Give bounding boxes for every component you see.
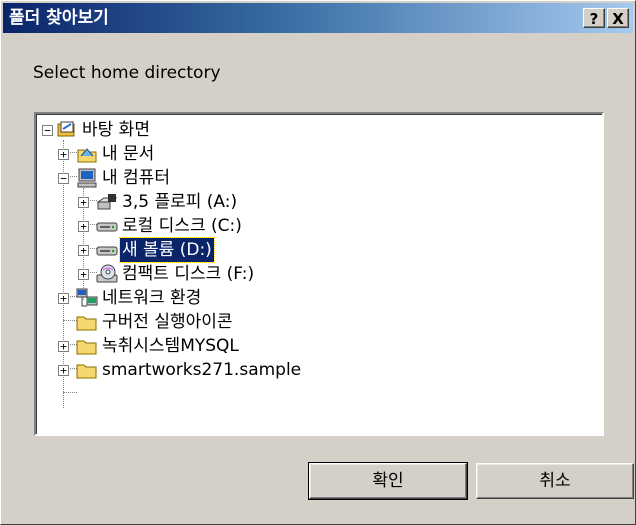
collapse-toggle[interactable]: − [58, 173, 69, 184]
my-computer-icon [77, 168, 97, 188]
folder-icon [76, 316, 97, 331]
tree-item-smartworks-folder[interactable]: + smartworks271.sample [36, 358, 596, 382]
tree-item-label: 로컬 디스크 (C:) [122, 216, 242, 236]
collapse-toggle[interactable]: − [42, 125, 53, 136]
tree-item-compact-disc-f[interactable]: + 컴팩트 디스크 (F:) [36, 262, 596, 286]
tree-item-label: 컴팩트 디스크 (F:) [122, 264, 255, 284]
tree-item-my-documents[interactable]: + 내 문서 [36, 142, 596, 166]
tree-item-label: 내 문서 [102, 144, 155, 164]
hard-drive-icon [96, 246, 118, 256]
folder-icon [76, 340, 97, 355]
network-icon [76, 288, 98, 307]
folder-icon [76, 364, 97, 379]
expand-toggle[interactable]: + [78, 221, 89, 232]
instruction-text: Select home directory [33, 63, 221, 83]
window-title: 폴더 찾아보기 [9, 8, 109, 28]
title-bar[interactable]: 폴더 찾아보기 ? X [3, 3, 633, 33]
ok-button[interactable]: 확인 [308, 462, 468, 500]
close-button[interactable]: X [607, 8, 629, 28]
tree-item-label: 구버전 실행아이콘 [102, 312, 233, 332]
tree-item-floppy-drive[interactable]: + 3,5 플로피 (A:) [36, 190, 596, 214]
tree-item-network[interactable]: + 네트워크 환경 [36, 286, 596, 310]
floppy-drive-icon [96, 194, 118, 210]
tree-item-new-volume-d[interactable]: + 새 볼륨 (D:) [36, 237, 596, 263]
expand-toggle[interactable]: + [58, 365, 69, 376]
tree-connector [63, 392, 77, 393]
tree-item-local-disk-c[interactable]: + 로컬 디스크 (C:) [36, 214, 596, 238]
cd-drive-icon [96, 264, 118, 283]
help-button[interactable]: ? [583, 8, 605, 28]
tree-item-old-icons-folder[interactable]: 구버전 실행아이콘 [36, 310, 596, 334]
tree-item-mysql-folder[interactable]: + 녹취시스템MYSQL [36, 334, 596, 358]
hard-drive-icon [96, 222, 118, 232]
expand-toggle[interactable]: + [78, 269, 89, 280]
cancel-button[interactable]: 취소 [476, 463, 634, 499]
expand-toggle[interactable]: + [58, 341, 69, 352]
browse-folder-dialog: 폴더 찾아보기 ? X Select home directory − 바탕 화… [0, 0, 636, 525]
tree-item-my-computer[interactable]: − 내 컴퓨터 [36, 166, 596, 190]
expand-toggle[interactable]: + [78, 245, 89, 256]
tree-item-label: 내 컴퓨터 [102, 168, 170, 188]
tree-item-label: 녹취시스템MYSQL [102, 336, 239, 356]
my-documents-icon [77, 148, 97, 163]
folder-tree[interactable]: − 바탕 화면 + 내 문서 − 내 컴퓨터 + 3,5 플로피 (A:) + … [34, 112, 604, 436]
tree-item-label: 바탕 화면 [82, 120, 150, 140]
desktop-icon [57, 121, 75, 137]
expand-toggle[interactable]: + [78, 197, 89, 208]
expand-toggle[interactable]: + [58, 149, 69, 160]
tree-item-label: smartworks271.sample [102, 360, 302, 380]
tree-item-label: 네트워크 환경 [102, 288, 202, 308]
tree-item-label: 3,5 플로피 (A:) [122, 192, 238, 212]
tree-item-label: 새 볼륨 (D:) [119, 237, 215, 263]
expand-toggle[interactable]: + [58, 293, 69, 304]
tree-item-desktop[interactable]: − 바탕 화면 [36, 118, 596, 142]
